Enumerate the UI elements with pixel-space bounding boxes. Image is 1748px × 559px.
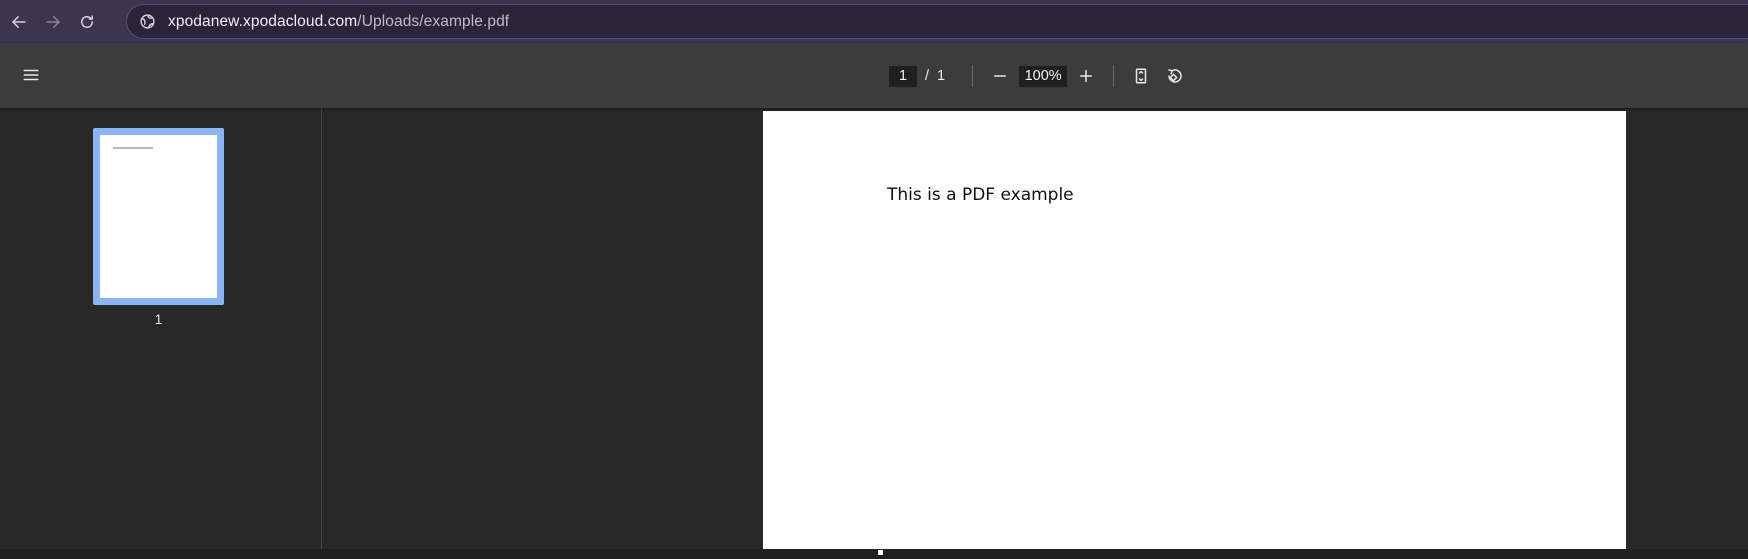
rotate-counterclockwise-icon [1168,69,1182,83]
sidebar-menu-button[interactable] [18,62,44,88]
zoom-level-input[interactable] [1019,65,1068,87]
thumbnail-text-preview [113,147,153,149]
address-bar[interactable]: xpodanew.xpodacloud.com/Uploads/example.… [126,4,1748,39]
url-text[interactable]: xpodanew.xpodacloud.com/Uploads/example.… [168,13,509,31]
reload-icon [81,14,93,28]
page-zoom-controls: / 1 [889,64,1188,88]
back-button[interactable] [5,8,33,36]
forward-button[interactable] [39,8,67,36]
zoom-out-button[interactable] [987,63,1013,89]
pdf-page: This is a PDF example [763,111,1626,549]
page-separator: / [925,68,930,84]
bottom-scroll-strip [0,549,1748,559]
document-viewer[interactable]: This is a PDF example [323,108,1748,549]
thumbnail-sidebar: 1 [0,108,322,549]
page-number-input[interactable] [889,65,917,87]
total-pages: 1 [937,68,946,84]
page-thumbnail[interactable] [93,128,224,305]
page-text: This is a PDF example [887,185,1074,205]
url-host: xpodanew.xpodacloud.com [168,12,358,30]
arrow-right-icon [46,15,60,28]
site-info-button[interactable] [136,11,158,33]
arrow-left-icon [12,15,26,28]
fit-to-page-icon [1135,68,1147,84]
url-path: /Uploads/example.pdf [357,12,510,30]
rotate-button[interactable] [1162,63,1188,89]
minus-icon [994,75,1007,77]
thumbnail-page [100,135,217,298]
reload-button[interactable] [73,8,101,36]
fit-to-page-button[interactable] [1128,63,1154,89]
zoom-in-button[interactable] [1073,63,1099,89]
toolbar-divider [1113,65,1115,87]
toolbar-divider [972,65,974,87]
browser-top-bar: xpodanew.xpodacloud.com/Uploads/example.… [0,0,1748,43]
scroll-indicator[interactable] [878,550,883,555]
pdf-toolbar: / 1 [0,43,1748,108]
globe-icon [139,14,155,29]
hamburger-menu-icon [23,69,39,81]
thumbnail-label: 1 [154,312,163,327]
plus-icon [1080,70,1093,82]
